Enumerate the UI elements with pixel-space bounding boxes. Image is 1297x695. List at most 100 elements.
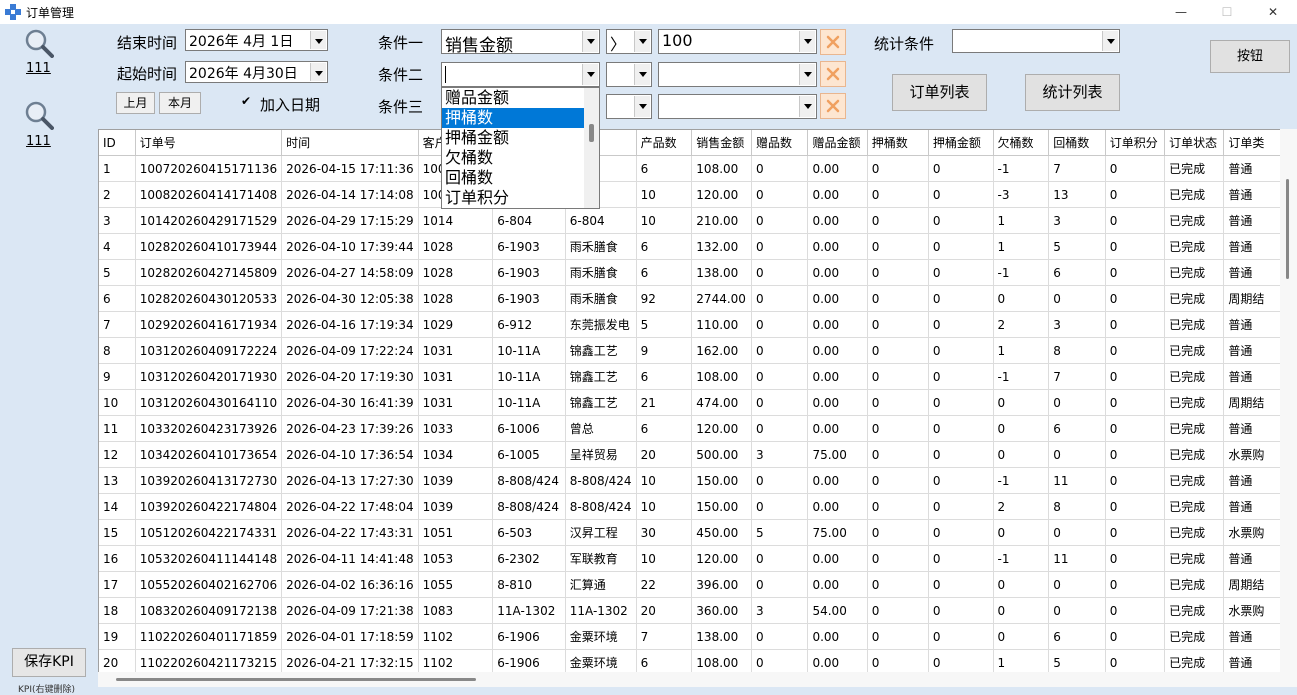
condition3-value-select[interactable] (658, 94, 817, 119)
column-header[interactable]: 押桶金额 (928, 130, 994, 156)
dropdown-option[interactable]: 欠桶数 (442, 148, 599, 168)
close-button[interactable]: ✕ (1250, 0, 1296, 24)
table-cell: 1034 (418, 441, 494, 468)
chevron-down-icon[interactable] (634, 31, 650, 52)
table-row[interactable]: 9 103120260420171930 2026-04-20 17:19:30 10… (99, 363, 1281, 390)
end-date-picker[interactable]: 2026年 4月 1日 (185, 29, 328, 51)
table-cell: 0 (928, 181, 994, 208)
table-row[interactable]: 17 105520260402162706 2026-04-02 16:36:16 1… (99, 571, 1281, 598)
stat-condition-select[interactable] (952, 29, 1120, 53)
table-row[interactable]: 19 110220260401171859 2026-04-01 17:18:59 1… (99, 623, 1281, 650)
chevron-down-icon[interactable] (634, 64, 650, 85)
column-header[interactable]: 赠品数 (751, 130, 809, 156)
table-cell: 20 (636, 441, 693, 468)
table-row[interactable]: 13 103920260413172730 2026-04-13 17:27:30 1… (99, 467, 1281, 494)
chevron-down-icon[interactable] (799, 64, 815, 85)
add-date-checkbox[interactable]: ✔ (241, 94, 251, 108)
left-link-2[interactable]: 111 (26, 134, 51, 149)
table-row[interactable]: 1 100720260415171136 2026-04-15 17:11:36 10… (99, 155, 1281, 182)
stat-list-button[interactable]: 统计列表 (1025, 74, 1120, 111)
table-row[interactable]: 10 103120260430164110 2026-04-30 16:41:39 1… (99, 389, 1281, 416)
clear-condition2-button[interactable] (820, 61, 846, 87)
table-cell: 0 (1105, 571, 1166, 598)
minimize-button[interactable]: — (1158, 0, 1204, 24)
column-header[interactable]: 赠品金额 (807, 130, 868, 156)
table-cell: 0.00 (807, 571, 868, 598)
table-cell: 2026-04-22 17:43:31 (281, 519, 419, 546)
table-cell: 0 (867, 259, 929, 286)
condition1-field-select[interactable]: 销售金额 (441, 29, 600, 56)
dropdown-option[interactable]: 回桶数 (442, 168, 599, 188)
table-row[interactable]: 20 110220260421173215 2026-04-21 17:32:15 1… (99, 649, 1281, 673)
dropdown-option[interactable]: 赠品金额 (442, 88, 599, 108)
scroll-thumb[interactable] (589, 124, 594, 142)
table-row[interactable]: 14 103920260422174804 2026-04-22 17:48:04 1… (99, 493, 1281, 520)
column-header[interactable]: 订单积分 (1105, 130, 1166, 156)
scroll-thumb[interactable] (1286, 179, 1289, 279)
table-row[interactable]: 3 101420260429171529 2026-04-29 17:15:29 10… (99, 207, 1281, 234)
chevron-down-icon[interactable] (310, 63, 326, 81)
chevron-down-icon[interactable] (1102, 31, 1118, 51)
clear-condition1-button[interactable] (820, 29, 846, 55)
vertical-scrollbar[interactable] (1280, 129, 1297, 672)
chevron-down-icon[interactable] (310, 31, 326, 49)
column-header[interactable]: 订单状态 (1164, 130, 1225, 156)
column-header[interactable]: 订单类 (1223, 130, 1281, 156)
column-header[interactable]: 时间 (281, 130, 419, 156)
table-row[interactable]: 15 105120260422174331 2026-04-22 17:43:31 1… (99, 519, 1281, 546)
orders-table: ID订单号时间客户编号产品数销售金额赠品数赠品金额押桶数押桶金额欠桶数回桶数订单… (98, 129, 1281, 673)
save-kpi-button[interactable]: 保存KPI (12, 648, 86, 677)
search-icon[interactable] (24, 28, 54, 58)
chevron-down-icon[interactable] (799, 31, 815, 52)
table-cell: 0 (1105, 233, 1166, 260)
search-icon-2[interactable] (24, 100, 54, 130)
left-link-1[interactable]: 111 (26, 61, 51, 76)
column-header[interactable]: 产品数 (636, 130, 693, 156)
table-row[interactable]: 4 102820260410173944 2026-04-10 17:39:44 10… (99, 233, 1281, 260)
condition1-value-select[interactable]: 100 (658, 29, 817, 54)
condition2-dropdown-list[interactable]: 赠品金额 押桶数 押桶金额 欠桶数 回桶数 订单积分 (441, 87, 600, 209)
dropdown-option[interactable]: 押桶金额 (442, 128, 599, 148)
condition2-operator-select[interactable] (606, 62, 652, 87)
maximize-button[interactable]: ☐ (1204, 0, 1250, 24)
condition1-operator-select[interactable]: 〉 (606, 29, 652, 54)
table-row[interactable]: 18 108320260409172138 2026-04-09 17:21:38 1… (99, 597, 1281, 624)
table-row[interactable]: 8 103120260409172224 2026-04-09 17:22:24 10… (99, 337, 1281, 364)
chevron-down-icon[interactable] (582, 31, 598, 52)
table-row[interactable]: 11 103320260423173926 2026-04-23 17:39:26 1… (99, 415, 1281, 442)
table-row[interactable]: 2 100820260414171408 2026-04-14 17:14:08 10… (99, 181, 1281, 208)
table-cell: 已完成 (1164, 337, 1225, 364)
chevron-down-icon[interactable] (799, 96, 815, 117)
column-header[interactable]: 押桶数 (867, 130, 929, 156)
clear-condition3-button[interactable] (820, 93, 846, 119)
start-date-picker[interactable]: 2026年 4月30日 (185, 61, 328, 83)
column-header[interactable]: 回桶数 (1048, 130, 1106, 156)
column-header[interactable]: 销售金额 (691, 130, 752, 156)
dropdown-option[interactable]: 押桶数 (442, 108, 599, 128)
column-header[interactable]: 欠桶数 (993, 130, 1050, 156)
generic-button[interactable]: 按钮 (1210, 40, 1290, 73)
condition2-field-select[interactable] (441, 62, 600, 87)
condition3-operator-select[interactable] (606, 94, 652, 119)
chevron-down-icon[interactable] (634, 96, 650, 117)
table-cell: 0 (928, 519, 994, 546)
table-cell: 普通 (1223, 181, 1281, 208)
table-row[interactable]: 16 105320260411144148 2026-04-11 14:41:48 1… (99, 545, 1281, 572)
order-list-button[interactable]: 订单列表 (892, 74, 987, 111)
table-cell: 周期结 (1223, 571, 1281, 598)
table-cell: 已完成 (1164, 233, 1225, 260)
dropdown-option[interactable]: 订单积分 (442, 188, 599, 208)
chevron-down-icon[interactable] (582, 64, 598, 85)
condition2-value-select[interactable] (658, 62, 817, 87)
table-row[interactable]: 5 102820260427145809 2026-04-27 14:58:09 10… (99, 259, 1281, 286)
column-header[interactable]: 订单号 (135, 130, 283, 156)
scroll-thumb[interactable] (116, 678, 476, 681)
table-row[interactable]: 12 103420260410173654 2026-04-10 17:36:54 1… (99, 441, 1281, 468)
column-header[interactable]: ID (99, 130, 136, 156)
dropdown-scrollbar[interactable] (584, 88, 599, 208)
this-month-button[interactable]: 本月 (159, 92, 201, 114)
table-row[interactable]: 6 102820260430120533 2026-04-30 12:05:38 10… (99, 285, 1281, 312)
last-month-button[interactable]: 上月 (116, 92, 155, 114)
table-row[interactable]: 7 102920260416171934 2026-04-16 17:19:34 10… (99, 311, 1281, 338)
horizontal-scrollbar[interactable] (98, 672, 1297, 687)
